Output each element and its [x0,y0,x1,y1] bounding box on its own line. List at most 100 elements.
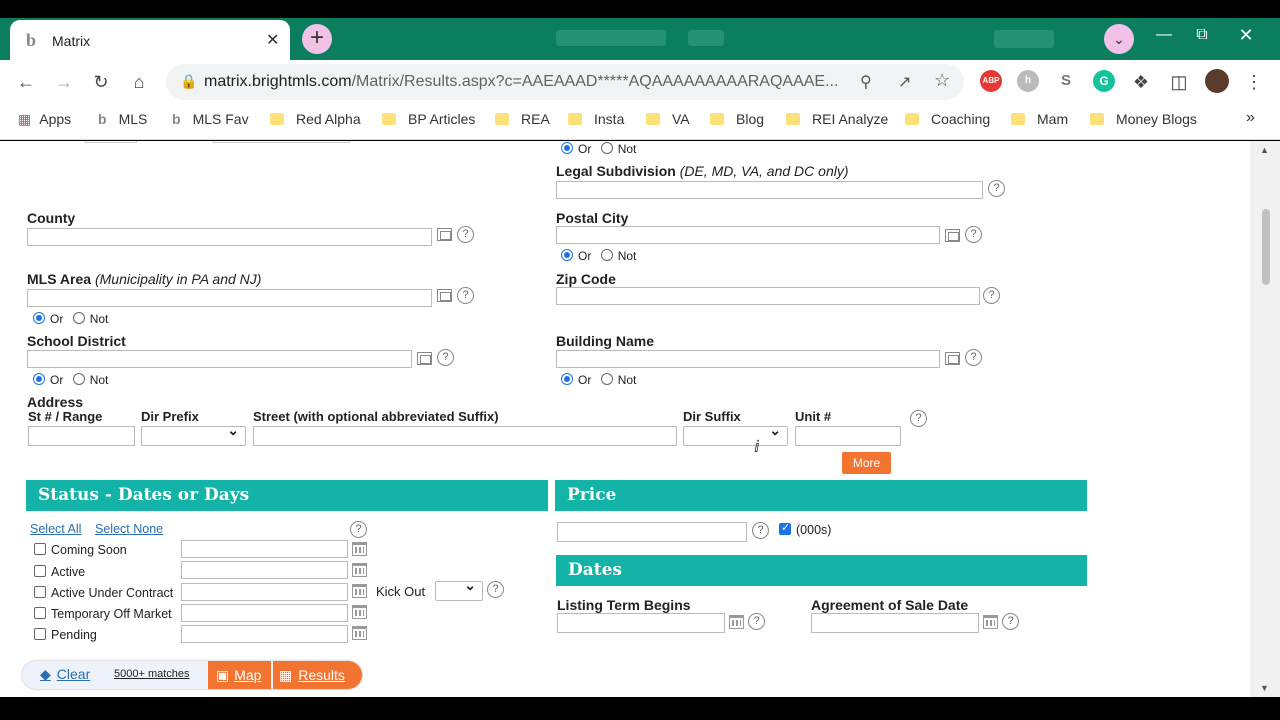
tab-search-chevron-icon[interactable]: ⌄ [1104,24,1134,54]
status-option-coming-soon[interactable]: Coming Soon [34,543,127,557]
picklist-icon[interactable] [417,352,432,365]
bookmark-red-alpha[interactable]: Red Alpha [270,111,361,127]
window-close-icon[interactable]: ✕ [1226,22,1266,48]
bookmark-blog[interactable]: Blog [710,111,764,127]
back-icon[interactable]: ← [14,70,38,94]
zoom-search-icon[interactable]: ⚲ [860,72,872,92]
new-tab-button[interactable]: + [302,24,332,54]
minimize-icon[interactable]: — [1144,22,1184,48]
grammarly-icon[interactable]: G [1093,70,1115,92]
bookmark-mam[interactable]: Mam [1011,111,1068,127]
dir-suffix-select[interactable] [683,422,788,446]
help-icon[interactable]: ? [988,180,1005,197]
coming-soon-date-input[interactable] [181,540,348,558]
scroll-up-icon[interactable]: ▲ [1260,145,1269,155]
extensions-puzzle-icon[interactable]: ❖ [1129,70,1153,94]
picklist-icon[interactable] [945,229,960,242]
price-in-thousands-checkbox[interactable]: (000s) [779,521,831,537]
calendar-icon[interactable] [983,615,998,629]
bookmark-rei-analyze[interactable]: REI Analyze [786,111,888,127]
tab-close-icon[interactable]: ✕ [266,30,279,50]
kick-out-select[interactable] [435,577,483,601]
share-icon[interactable]: ↗ [898,72,911,92]
help-icon[interactable]: ? [965,349,982,366]
st-range-input[interactable] [28,426,135,446]
or-radio[interactable] [561,249,573,261]
calendar-icon[interactable] [352,626,367,640]
checkbox-checked[interactable] [779,521,791,535]
map-button[interactable]: ▣ Map [208,661,271,689]
agreement-of-sale-date-input[interactable] [811,613,979,633]
county-input[interactable] [27,228,432,246]
zip-code-input[interactable] [556,287,980,305]
status-option-temporary-off-market[interactable]: Temporary Off Market [34,607,172,621]
help-icon[interactable]: ? [910,410,927,427]
select-all-link[interactable]: Select All [30,522,81,536]
bookmark-bp-articles[interactable]: BP Articles [382,111,475,127]
bookmark-insta[interactable]: Insta [568,111,624,127]
not-radio[interactable] [600,373,613,385]
building-name-input[interactable] [556,350,940,368]
checkbox[interactable] [34,565,46,577]
forward-icon[interactable]: → [52,70,76,94]
calendar-icon[interactable] [352,605,367,619]
checkbox[interactable] [34,586,46,598]
help-icon[interactable]: ? [748,613,765,630]
bookmark-mls-fav[interactable]: b MLS Fav [172,111,249,127]
scrollbar-thumb[interactable] [1262,209,1270,285]
temporary-off-market-date-input[interactable] [181,604,348,622]
help-icon[interactable]: ? [965,226,982,243]
picklist-icon[interactable] [945,352,960,365]
menu-kebab-icon[interactable]: ⋮ [1242,70,1266,94]
clear-button[interactable]: ◆ Clear [40,666,96,683]
picklist-icon[interactable] [437,289,452,302]
matches-count-link[interactable]: 5000+ matches [114,668,190,680]
more-button[interactable]: More [842,452,891,474]
calendar-icon[interactable] [352,563,367,577]
pending-date-input[interactable] [181,625,348,643]
bookmark-va[interactable]: VA [646,111,690,127]
reload-icon[interactable]: ↻ [89,70,113,94]
help-icon[interactable]: ? [983,287,1000,304]
home-icon[interactable]: ⌂ [127,70,151,94]
help-icon[interactable]: ? [437,349,454,366]
not-radio[interactable] [72,373,85,385]
more-bookmarks-icon[interactable]: » [1246,109,1255,127]
restore-icon[interactable]: ⧉ [1182,22,1222,48]
school-district-input[interactable] [27,350,412,368]
calendar-icon[interactable] [352,542,367,556]
help-icon[interactable]: ? [457,226,474,243]
help-icon[interactable]: ? [1002,613,1019,630]
lock-icon[interactable]: 🔒 [180,73,197,90]
bookmark-rea[interactable]: REA [495,111,550,127]
scroll-down-icon[interactable]: ▼ [1260,683,1269,693]
status-option-active[interactable]: Active [34,565,85,579]
calendar-icon[interactable] [352,584,367,598]
unit-input[interactable] [795,426,901,446]
profile-avatar[interactable] [1205,69,1229,93]
side-panel-icon[interactable]: ◫ [1167,70,1191,94]
status-option-active-under-contract[interactable]: Active Under Contract [34,586,173,600]
adblock-plus-icon[interactable]: ABP [980,70,1002,92]
active-under-contract-date-input[interactable] [181,583,348,601]
or-radio[interactable] [33,312,45,324]
listing-term-begins-input[interactable] [557,613,725,633]
active-date-input[interactable] [181,561,348,579]
or-radio[interactable] [561,373,573,385]
help-icon[interactable]: ? [752,522,769,539]
partial-field[interactable] [213,141,350,143]
help-icon[interactable]: ? [457,287,474,304]
street-input[interactable] [253,426,677,446]
bookmark-mls[interactable]: b MLS [98,111,147,127]
browser-tab[interactable]: b Matrix ✕ [10,20,290,60]
help-icon[interactable]: ? [350,521,367,538]
bookmark-star-icon[interactable]: ☆ [934,70,950,91]
address-bar[interactable]: 🔒 matrix.brightmls.com/Matrix/Results.as… [166,64,964,100]
not-radio[interactable] [600,142,613,154]
or-radio[interactable] [561,142,573,154]
not-radio[interactable] [72,312,85,324]
checkbox[interactable] [34,607,46,619]
checkbox[interactable] [34,543,46,555]
bookmark-coaching[interactable]: Coaching [905,111,990,127]
postal-city-input[interactable] [556,226,940,244]
